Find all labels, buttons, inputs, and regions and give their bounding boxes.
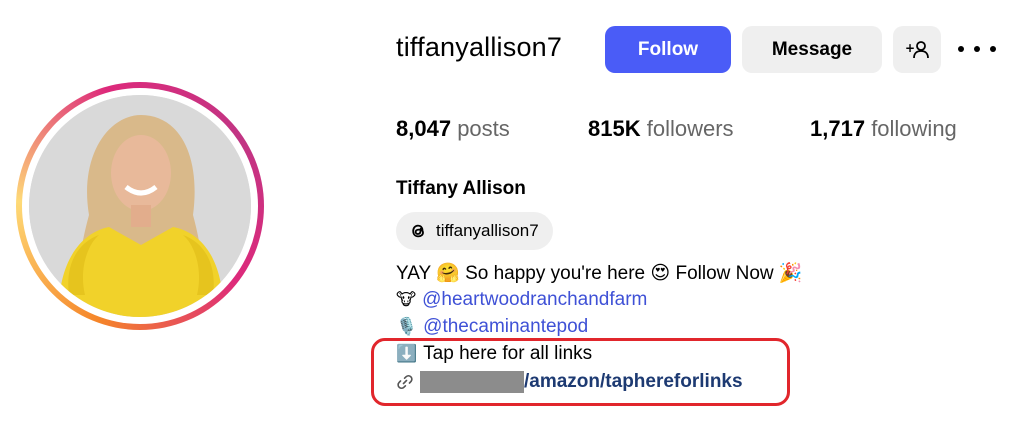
bio-line-2: 🐮 @heartwoodranchandfarm bbox=[396, 288, 647, 312]
down-arrow-emoji: ⬇️ bbox=[396, 344, 418, 364]
redacted-link-prefix bbox=[420, 371, 524, 393]
avatar-photo bbox=[29, 95, 251, 317]
posts-label: posts bbox=[457, 116, 510, 141]
bio-line-1: YAY 🤗 So happy you're here 😍 Follow Now … bbox=[396, 262, 803, 286]
bio-line-3: 🎙️ @thecaminantepod bbox=[396, 315, 588, 339]
posts-count: 8,047 bbox=[396, 116, 452, 141]
avatar[interactable] bbox=[29, 95, 251, 317]
bio-line-5[interactable]: /amazon/taphereforlinks bbox=[396, 370, 743, 394]
threads-handle: tiffanyallison7 bbox=[436, 221, 539, 240]
bio-intro-text: YAY 🤗 So happy you're here 😍 Follow Now … bbox=[396, 263, 803, 284]
suggest-user-button[interactable]: + bbox=[893, 26, 941, 73]
posts-stat: 8,047 posts bbox=[396, 116, 510, 142]
bio-line-4: ⬇️ Tap here for all links bbox=[396, 342, 592, 366]
threads-icon bbox=[412, 224, 424, 238]
message-button[interactable]: Message bbox=[742, 26, 882, 73]
following-count: 1,717 bbox=[810, 116, 866, 141]
more-options-icon[interactable] bbox=[958, 38, 996, 60]
following-stat[interactable]: 1,717 following bbox=[810, 116, 957, 142]
avatar-gap bbox=[22, 88, 258, 324]
threads-badge[interactable]: tiffanyallison7 bbox=[396, 212, 553, 250]
link-icon bbox=[397, 374, 413, 390]
profile-full-name: Tiffany Allison bbox=[396, 178, 526, 199]
microphone-emoji: 🎙️ bbox=[396, 317, 418, 337]
followers-label: followers bbox=[646, 116, 734, 141]
mention-link-heartwood[interactable]: @heartwoodranchandfarm bbox=[422, 288, 647, 312]
follow-button[interactable]: Follow bbox=[605, 26, 731, 73]
profile-username: tiffanyallison7 bbox=[396, 32, 563, 62]
external-link[interactable]: /amazon/taphereforlinks bbox=[524, 370, 743, 394]
followers-count: 815K bbox=[588, 116, 641, 141]
cow-emoji: 🐮 bbox=[396, 290, 417, 310]
followers-stat[interactable]: 815K followers bbox=[588, 116, 734, 142]
svg-text:+: + bbox=[905, 41, 915, 55]
profile-avatar-ring[interactable] bbox=[16, 82, 264, 330]
mention-link-caminante[interactable]: @thecaminantepod bbox=[423, 315, 588, 339]
tap-links-text: Tap here for all links bbox=[423, 343, 593, 364]
add-person-icon: + bbox=[905, 41, 929, 58]
following-label: following bbox=[871, 116, 957, 141]
